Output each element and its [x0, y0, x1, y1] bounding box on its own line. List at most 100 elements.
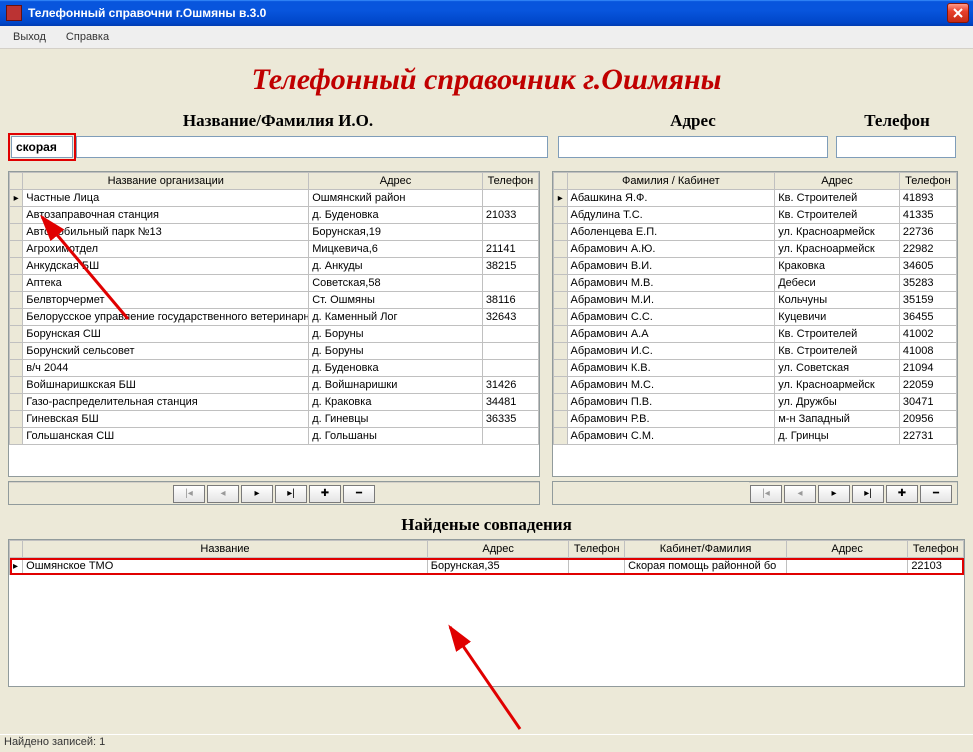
table-row[interactable]: Абрамович В.И.Краковка34605: [554, 258, 957, 275]
table-row[interactable]: БелвторчерметСт. Ошмяны38116: [10, 292, 539, 309]
cell-phone2[interactable]: 22103: [908, 558, 964, 575]
person-col-addr[interactable]: Адрес: [775, 173, 900, 190]
cell-name[interactable]: Абрамович А.А: [567, 326, 775, 343]
search-name-input-ext[interactable]: [76, 136, 548, 158]
cell-addr[interactable]: Ст. Ошмяны: [309, 292, 483, 309]
org-nav-first[interactable]: |◂: [173, 485, 205, 503]
cell-phone[interactable]: 31426: [482, 377, 538, 394]
cell-phone[interactable]: 21094: [899, 360, 956, 377]
cell-name[interactable]: Абрамович М.С.: [567, 377, 775, 394]
cell-addr[interactable]: Ошмянский район: [309, 190, 483, 207]
cell-addr[interactable]: д. Гольшаны: [309, 428, 483, 445]
cell-phone[interactable]: 38116: [482, 292, 538, 309]
cell-addr[interactable]: д. Боруны: [309, 343, 483, 360]
cell-addr[interactable]: м-н Западный: [775, 411, 900, 428]
table-row[interactable]: Абрамович М.И.Кольчуны35159: [554, 292, 957, 309]
cell-phone[interactable]: 22731: [899, 428, 956, 445]
cell-phone[interactable]: 41335: [899, 207, 956, 224]
cell-addr[interactable]: ул. Красноармейск: [775, 224, 900, 241]
cell-name[interactable]: Аптека: [23, 275, 309, 292]
table-row[interactable]: Войшнаришкская БШд. Войшнаришки31426: [10, 377, 539, 394]
table-row[interactable]: Абрамович К.В.ул. Советская21094: [554, 360, 957, 377]
person-nav-prev[interactable]: ◂: [784, 485, 816, 503]
person-grid-scroll[interactable]: Фамилия / Кабинет Адрес Телефон Абашкина…: [553, 172, 957, 476]
cell-phone[interactable]: 20956: [899, 411, 956, 428]
cell-name[interactable]: Абрамович К.В.: [567, 360, 775, 377]
table-row[interactable]: АгрохимотделМицкевича,621141: [10, 241, 539, 258]
person-nav-last[interactable]: ▸|: [852, 485, 884, 503]
table-row[interactable]: Борунская СШд. Боруны: [10, 326, 539, 343]
cell-addr[interactable]: ул. Дружбы: [775, 394, 900, 411]
cell-name[interactable]: Анкудская БШ: [23, 258, 309, 275]
org-nav-add[interactable]: ✚: [309, 485, 341, 503]
table-row[interactable]: Абрамович Р.В.м-н Западный20956: [554, 411, 957, 428]
cell-name[interactable]: Частные Лица: [23, 190, 309, 207]
cell-name[interactable]: Гольшанская СШ: [23, 428, 309, 445]
cell-addr[interactable]: д. Буденовка: [309, 207, 483, 224]
results-col-name[interactable]: Название: [23, 541, 428, 558]
cell-phone[interactable]: 41008: [899, 343, 956, 360]
org-grid-scroll[interactable]: Название организации Адрес Телефон Частн…: [9, 172, 539, 476]
cell-phone[interactable]: [482, 343, 538, 360]
table-row[interactable]: Абрамович А.Ю.ул. Красноармейск22982: [554, 241, 957, 258]
cell-name[interactable]: Автозаправочная станция: [23, 207, 309, 224]
cell-phone[interactable]: 41893: [899, 190, 956, 207]
cell-addr[interactable]: Борунская,35: [427, 558, 569, 575]
cell-phone[interactable]: 34605: [899, 258, 956, 275]
cell-phone[interactable]: 22982: [899, 241, 956, 258]
person-nav-first[interactable]: |◂: [750, 485, 782, 503]
results-col-cab[interactable]: Кабинет/Фамилия: [625, 541, 787, 558]
cell-addr[interactable]: Мицкевича,6: [309, 241, 483, 258]
table-row[interactable]: Частные ЛицаОшмянский район: [10, 190, 539, 207]
cell-addr[interactable]: д. Войшнаришки: [309, 377, 483, 394]
cell-phone[interactable]: [482, 326, 538, 343]
person-nav-next[interactable]: ▸: [818, 485, 850, 503]
cell-addr[interactable]: д. Гринцы: [775, 428, 900, 445]
cell-addr[interactable]: д. Гиневцы: [309, 411, 483, 428]
cell-name[interactable]: Абрамович М.И.: [567, 292, 775, 309]
cell-addr[interactable]: Кв. Строителей: [775, 326, 900, 343]
cell-addr[interactable]: Кв. Строителей: [775, 190, 900, 207]
cell-phone[interactable]: [482, 275, 538, 292]
cell-phone[interactable]: [482, 224, 538, 241]
cell-phone[interactable]: 22059: [899, 377, 956, 394]
cell-name[interactable]: Абашкина Я.Ф.: [567, 190, 775, 207]
cell-addr[interactable]: Кольчуны: [775, 292, 900, 309]
cell-phone[interactable]: 35283: [899, 275, 956, 292]
org-nav-next[interactable]: ▸: [241, 485, 273, 503]
table-row[interactable]: Абрамович А.АКв. Строителей41002: [554, 326, 957, 343]
cell-name[interactable]: Абрамович С.М.: [567, 428, 775, 445]
cell-addr[interactable]: Кв. Строителей: [775, 343, 900, 360]
cell-phone[interactable]: 34481: [482, 394, 538, 411]
table-row[interactable]: АптекаСоветская,58: [10, 275, 539, 292]
table-row[interactable]: Абрамович С.С.Куцевичи36455: [554, 309, 957, 326]
org-nav-del[interactable]: ━: [343, 485, 375, 503]
cell-name[interactable]: Белорусское управление государственного …: [23, 309, 309, 326]
cell-addr[interactable]: ул. Красноармейск: [775, 241, 900, 258]
cell-name[interactable]: Автомобильный парк №13: [23, 224, 309, 241]
cell-name[interactable]: Борунская СШ: [23, 326, 309, 343]
person-nav-del[interactable]: ━: [920, 485, 952, 503]
cell-name[interactable]: Абрамович А.Ю.: [567, 241, 775, 258]
org-col-name[interactable]: Название организации: [23, 173, 309, 190]
cell-phone[interactable]: 32643: [482, 309, 538, 326]
cell-addr[interactable]: д. Боруны: [309, 326, 483, 343]
table-row[interactable]: Абрамович С.М.д. Гринцы22731: [554, 428, 957, 445]
table-row[interactable]: Аболенцева Е.П.ул. Красноармейск22736: [554, 224, 957, 241]
cell-name[interactable]: Абрамович С.С.: [567, 309, 775, 326]
table-row[interactable]: Абрамович М.В.Дебеси35283: [554, 275, 957, 292]
search-address-input[interactable]: [558, 136, 828, 158]
cell-cab[interactable]: Скорая помощь районной бо: [625, 558, 787, 575]
cell-phone[interactable]: 36455: [899, 309, 956, 326]
cell-addr[interactable]: Борунская,19: [309, 224, 483, 241]
table-row[interactable]: Автомобильный парк №13Борунская,19: [10, 224, 539, 241]
org-nav-last[interactable]: ▸|: [275, 485, 307, 503]
cell-name[interactable]: Аболенцева Е.П.: [567, 224, 775, 241]
results-col-phone2[interactable]: Телефон: [908, 541, 964, 558]
cell-addr[interactable]: Дебеси: [775, 275, 900, 292]
cell-name[interactable]: Ошмянское ТМО: [23, 558, 428, 575]
menu-help[interactable]: Справка: [57, 28, 118, 46]
cell-name[interactable]: Агрохимотдел: [23, 241, 309, 258]
search-name-input[interactable]: [11, 136, 73, 158]
table-row[interactable]: Автозаправочная станцияд. Буденовка21033: [10, 207, 539, 224]
